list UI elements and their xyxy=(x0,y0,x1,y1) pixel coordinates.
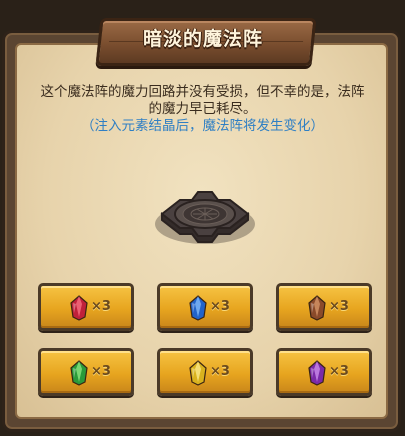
crystal-quantity: ×3 xyxy=(210,364,230,379)
dialog-hint: （注入元素结晶后，魔法阵将发生变化） xyxy=(81,118,324,134)
purple-crystal-icon xyxy=(308,360,326,386)
crystal-quantity: ×3 xyxy=(91,364,111,379)
crystal-slot-button[interactable]: ×3 xyxy=(276,283,372,331)
crystal-slot-button[interactable]: ×3 xyxy=(157,348,253,396)
brown-crystal-icon xyxy=(308,295,326,321)
crystal-quantity: ×3 xyxy=(329,299,349,314)
crystal-quantity: ×3 xyxy=(91,299,111,314)
crystal-slot-button[interactable]: ×3 xyxy=(276,348,372,396)
crystal-slot-button[interactable]: ×3 xyxy=(38,283,134,331)
red-crystal-icon xyxy=(70,295,88,321)
blue-crystal-icon xyxy=(189,295,207,321)
crystal-quantity: ×3 xyxy=(210,299,230,314)
crystal-slot-button[interactable]: ×3 xyxy=(38,348,134,396)
magic-circle-icon[interactable] xyxy=(150,178,260,248)
green-crystal-icon xyxy=(70,360,88,386)
yellow-crystal-icon xyxy=(189,360,207,386)
crystal-slot-button[interactable]: ×3 xyxy=(157,283,253,331)
crystal-quantity: ×3 xyxy=(329,364,349,379)
dialog-description: 这个魔法阵的魔力回路并没有受损，但不幸的是，法阵的魔力早已耗尽。 xyxy=(40,84,365,117)
dialog-title: 暗淡的魔法阵 xyxy=(142,28,263,50)
